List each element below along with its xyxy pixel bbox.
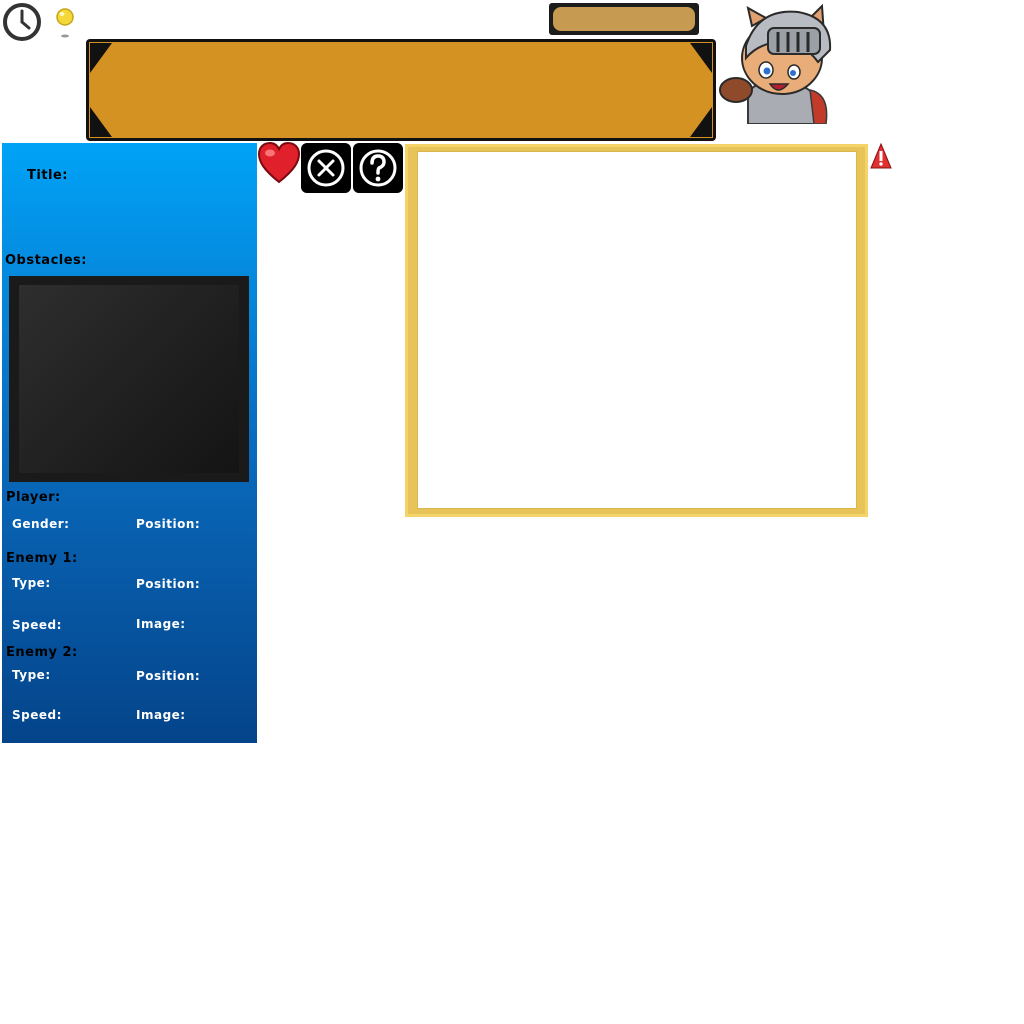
- enemy1-header: Enemy 1:: [6, 551, 78, 566]
- enemy1-image-label: Image:: [136, 617, 186, 631]
- enemy2-type-label: Type:: [12, 668, 51, 682]
- question-icon: [359, 149, 397, 187]
- label-plate: [549, 3, 699, 35]
- heart-icon[interactable]: [258, 142, 300, 186]
- knight-character-portrait: [719, 3, 832, 124]
- banner-corner-bottom-left: [90, 107, 112, 137]
- player-header: Player:: [6, 490, 61, 505]
- obstacles-label: Obstacles:: [5, 253, 87, 268]
- enemy2-header: Enemy 2:: [6, 645, 78, 660]
- banner-corner-top-left: [90, 43, 112, 73]
- player-gender-label: Gender:: [12, 517, 70, 531]
- enemy1-speed-label: Speed:: [12, 618, 62, 632]
- enemy1-position-label: Position:: [136, 577, 201, 591]
- title-banner: [86, 39, 716, 141]
- enemy2-speed-label: Speed:: [12, 708, 62, 722]
- banner-corner-bottom-right: [690, 107, 712, 137]
- enemy1-type-label: Type:: [12, 576, 51, 590]
- player-position-label: Position:: [136, 517, 201, 531]
- lightbulb-icon[interactable]: [54, 6, 76, 42]
- banner-corner-top-right: [690, 43, 712, 73]
- game-canvas[interactable]: [417, 151, 857, 509]
- enemy2-position-label: Position:: [136, 669, 201, 683]
- level-info-panel: Title: Obstacles: Player: Gender: Positi…: [2, 143, 257, 743]
- close-icon: [307, 149, 345, 187]
- label-plate-text: [553, 7, 695, 31]
- clock-icon: [3, 3, 41, 41]
- help-button[interactable]: [353, 143, 403, 193]
- warning-icon[interactable]: [870, 143, 892, 170]
- game-screen: Title: Obstacles: Player: Gender: Positi…: [0, 0, 1024, 1024]
- obstacle-preview: [9, 276, 249, 482]
- banner-text: [89, 42, 713, 138]
- close-button[interactable]: [301, 143, 351, 193]
- enemy2-image-label: Image:: [136, 708, 186, 722]
- title-label: Title:: [27, 168, 69, 183]
- game-area-frame: [405, 144, 868, 517]
